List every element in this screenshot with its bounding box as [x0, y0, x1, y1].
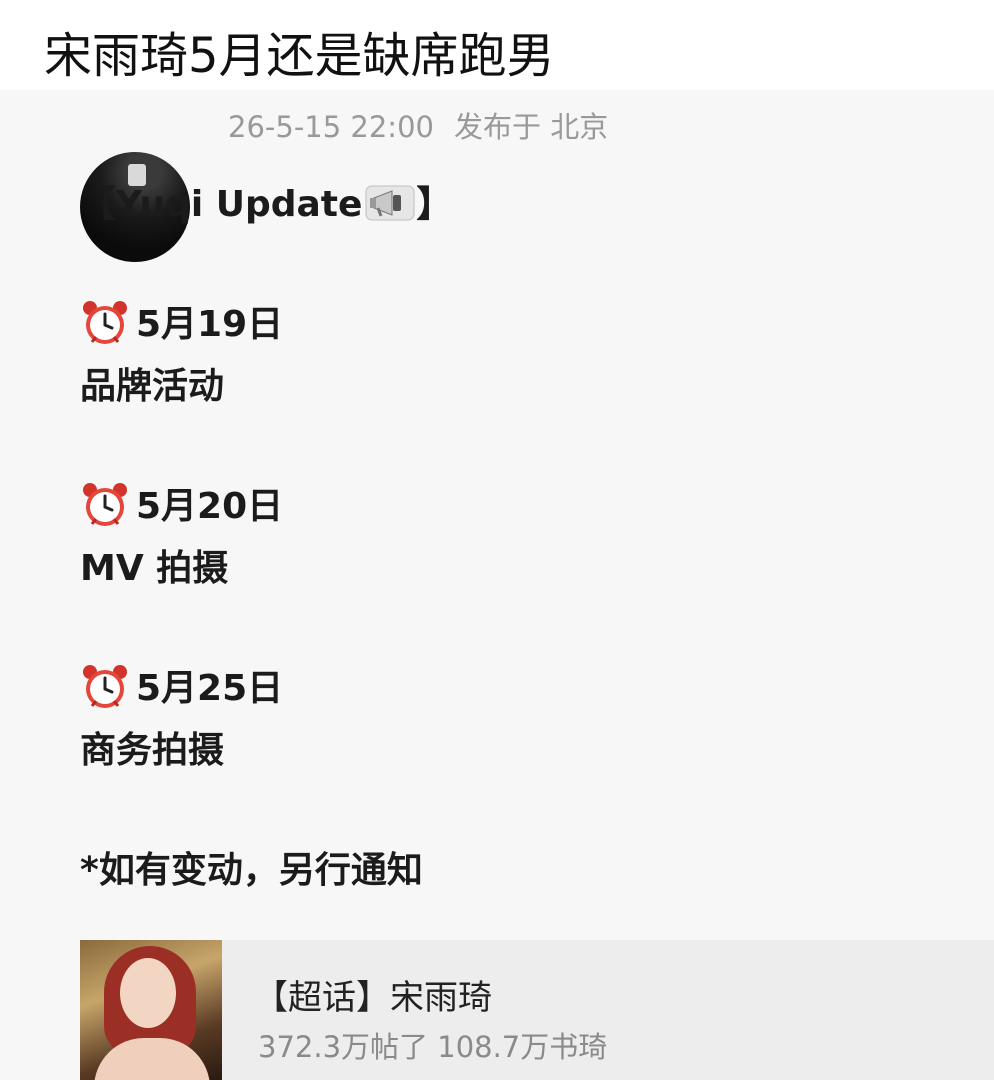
headline: 宋雨琦5月还是缺席跑男 — [44, 28, 555, 84]
supertopic-card[interactable]: 【超话】宋雨琦 372.3万帖了 108.7万书琦 — [80, 940, 994, 1080]
schedule-date-text: 5月19日 — [136, 304, 284, 345]
post-note: *如有变动，另行通知 — [80, 850, 423, 891]
schedule-date-text: 5月25日 — [136, 668, 284, 709]
supertopic-thumbnail — [80, 940, 222, 1080]
schedule-event-3: 商务拍摄 — [80, 730, 225, 771]
post-header-line: 【Yuqi Update 】 — [80, 174, 452, 236]
megaphone-icon — [365, 185, 415, 221]
supertopic-stats: 372.3万帖了 108.7万书琦 — [258, 1030, 608, 1064]
alarm-clock-icon — [83, 665, 127, 708]
schedule-event-2: MV 拍摄 — [80, 548, 229, 589]
post-meta: 26-5-15 22:00 发布于 北京 — [228, 104, 608, 146]
schedule-date-2: 5月20日 — [80, 476, 452, 538]
schedule-date-text: 5月20日 — [136, 486, 284, 527]
schedule-date-3: 5月25日 — [80, 658, 452, 720]
schedule-event-1: 品牌活动 — [80, 366, 225, 407]
schedule-date-1: 5月19日 — [80, 294, 452, 356]
post-card: 26-5-15 22:00 发布于 北京 【Yuqi Update 】 5月19日… — [0, 90, 994, 1080]
post-header: 【Yuqi Update — [80, 184, 363, 225]
supertopic-title: 【超话】宋雨琦 — [254, 978, 492, 1018]
post-timestamp: 26-5-15 22:00 — [228, 110, 434, 144]
post-body: 【Yuqi Update 】 5月19日 品牌活动 5月20日 MV 拍摄 5月… — [80, 174, 452, 902]
alarm-clock-icon — [83, 483, 127, 526]
post-location: 发布于 北京 — [453, 110, 609, 144]
post-header-close: 】 — [416, 184, 453, 225]
alarm-clock-icon — [83, 301, 127, 344]
